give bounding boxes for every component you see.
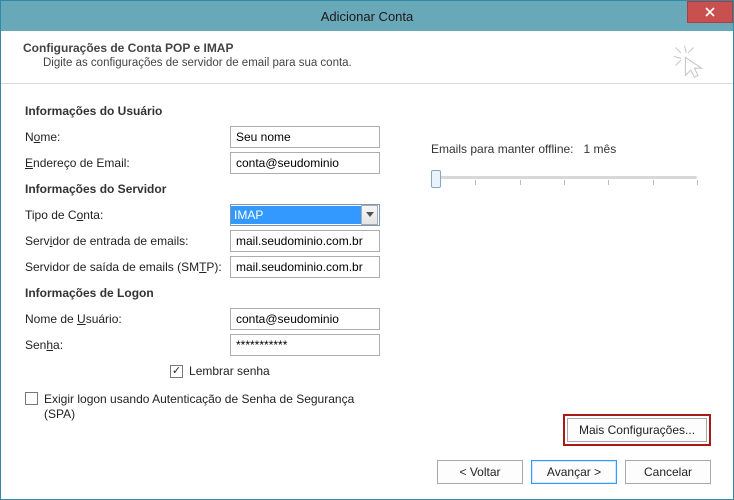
label-email: Endereço de Email: [25,156,230,170]
close-icon [705,7,715,17]
close-button[interactable] [687,1,733,23]
username-field[interactable] [230,308,380,330]
label-username: Nome de Usuário: [25,312,230,326]
offline-slider[interactable] [431,166,697,192]
more-settings-button[interactable]: Mais Configurações... [567,418,707,442]
next-button[interactable]: Avançar > [531,460,617,484]
header-banner: Configurações de Conta POP e IMAP Digite… [1,31,733,84]
title-bar: Adicionar Conta [1,1,733,31]
spa-label: Exigir logon usando Autenticação de Senh… [44,392,385,422]
password-field[interactable] [230,334,380,356]
offline-label: Emails para manter offline: [431,142,574,156]
header-title: Configurações de Conta POP e IMAP [23,41,711,55]
label-outgoing-server: Servidor de saída de emails (SMTP): [25,260,250,274]
offline-group: Emails para manter offline: 1 mês [431,142,701,192]
account-type-value: IMAP [231,206,361,224]
section-logon-info: Informações de Logon [25,286,709,300]
incoming-server-field[interactable] [230,230,380,252]
cancel-button[interactable]: Cancelar [625,460,711,484]
label-incoming-server: Servidor de entrada de emails: [25,234,230,248]
remember-password-checkbox[interactable] [170,365,183,378]
label-account-type: Tipo de Conta: [25,208,230,222]
account-type-select[interactable]: IMAP [230,204,380,226]
header-subtitle: Digite as configurações de servidor de e… [23,57,711,69]
remember-password-label: Lembrar senha [189,364,270,378]
email-field[interactable] [230,152,380,174]
cursor-star-icon [671,43,707,79]
back-button[interactable]: < Voltar [437,460,523,484]
section-user-info: Informações do Usuário [25,104,709,118]
footer-buttons: < Voltar Avançar > Cancelar [437,460,711,484]
label-password: Senha: [25,338,230,352]
outgoing-server-field[interactable] [230,256,380,278]
window-title: Adicionar Conta [321,9,414,24]
chevron-down-icon[interactable] [361,205,378,225]
content-area: Informações do Usuário Nome: Endereço de… [1,84,733,498]
slider-thumb[interactable] [431,170,441,188]
offline-value: 1 mês [584,142,617,156]
slider-track [431,176,697,179]
name-field[interactable] [230,126,380,148]
spa-checkbox[interactable] [25,392,38,405]
label-name: Nome: [25,130,230,144]
